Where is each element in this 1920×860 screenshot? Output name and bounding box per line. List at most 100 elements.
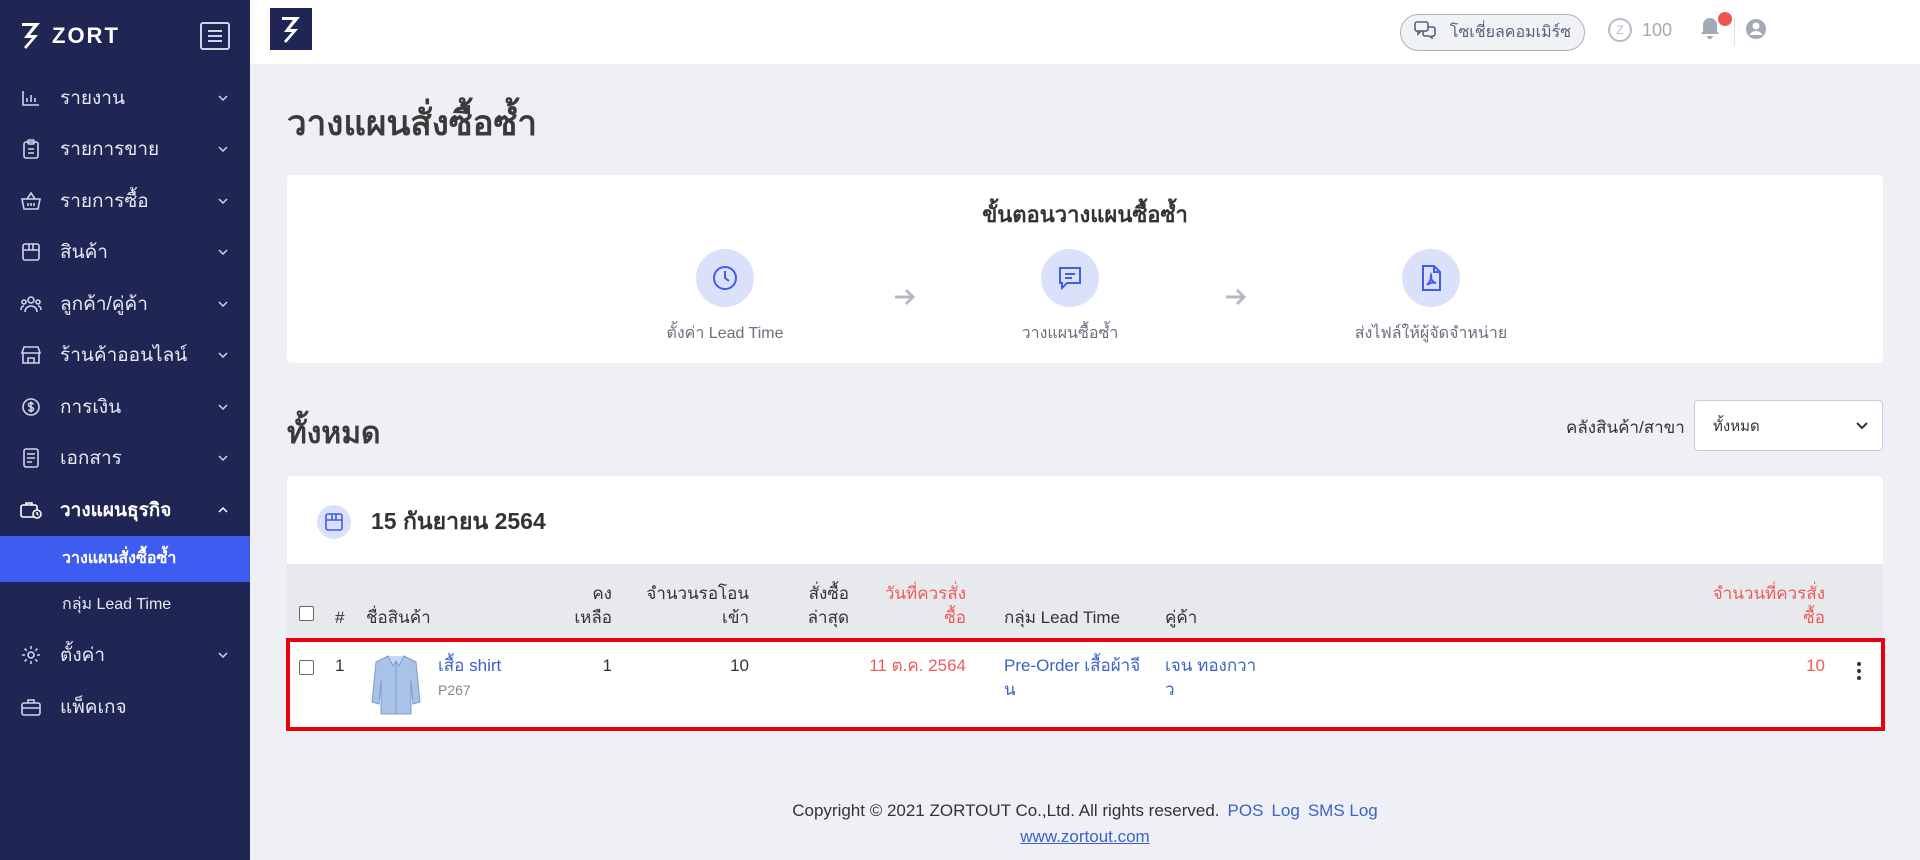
- sidebar-item-label: วางแผนธุรกิจ: [60, 499, 172, 521]
- footer-website: www.zortout.com: [250, 827, 1920, 847]
- footer: Copyright © 2021 ZORTOUT Co.,Ltd. All ri…: [250, 801, 1920, 821]
- chevron-down-icon: [216, 297, 230, 311]
- footer-link-sms-log[interactable]: SMS Log: [1308, 801, 1378, 820]
- header-lead-time-group: กลุ่ม Lead Time: [1004, 608, 1121, 627]
- sidebar-item-products[interactable]: สินค้า: [0, 227, 250, 279]
- planning-icon: [20, 499, 42, 521]
- header-order-qty-line2: ซื้อ: [1803, 608, 1825, 627]
- header-last-order: สั่งซื้อ ล่าสุด: [808, 582, 849, 630]
- sidebar-item-business-planning[interactable]: วางแผนธุรกิจ: [0, 484, 250, 536]
- header-order-date: วันที่ควรสั่ง ซื้อ: [885, 582, 966, 630]
- header-index: #: [335, 608, 345, 627]
- zort-logo-icon[interactable]: [270, 8, 312, 50]
- warehouse-filter-label: คลังสินค้า/สาขา: [1566, 418, 1685, 437]
- copyright-text: Copyright © 2021 ZORTOUT Co.,Ltd. All ri…: [792, 801, 1220, 820]
- briefcase-icon: [20, 696, 42, 718]
- header-last-order-line2: ล่าสุด: [807, 608, 849, 627]
- sidebar-item-label: รายงาน: [60, 87, 125, 109]
- chevron-down-icon: [216, 348, 230, 362]
- step-reorder-planning: วางแผนซื้อซ้ำ: [960, 249, 1180, 346]
- sidebar-item-finance[interactable]: การเงิน: [0, 381, 250, 433]
- zort-logo-icon[interactable]: [20, 21, 42, 51]
- website-link[interactable]: www.zortout.com: [1020, 827, 1149, 846]
- chevron-down-icon: [216, 194, 230, 208]
- sidebar-item-documents[interactable]: เอกสาร: [0, 433, 250, 485]
- group-date: 15 กันยายน 2564: [371, 508, 546, 534]
- chat-icon: [1414, 21, 1436, 44]
- header-product: ชื่อสินค้า: [366, 608, 431, 627]
- header-last-order-line1: สั่งซื้อ: [808, 584, 849, 603]
- sidebar-item-sales[interactable]: รายการขาย: [0, 124, 250, 176]
- divider: [1734, 18, 1735, 46]
- warehouse-select-value: ทั้งหมด: [1713, 417, 1760, 435]
- sidebar-item-label: สินค้า: [60, 242, 108, 264]
- document-icon: [20, 447, 42, 469]
- clock-icon: [696, 249, 754, 307]
- users-icon: [20, 293, 42, 315]
- chevron-up-icon: [216, 503, 230, 517]
- sidebar-item-report[interactable]: รายงาน: [0, 72, 250, 124]
- step-label: วางแผนซื้อซ้ำ: [1021, 325, 1119, 342]
- steps-title: ขั้นตอนวางแผนซื้อซ้ำ: [982, 202, 1188, 227]
- sidebar-item-label: รายการขาย: [60, 139, 160, 161]
- sidebar-item-label: ลูกค้า/คู่ค้า: [60, 293, 148, 315]
- store-icon: [20, 344, 42, 366]
- sidebar-item-label: ร้านค้าออนไลน์: [60, 345, 188, 367]
- clipboard-icon: [20, 138, 42, 160]
- brand-name: ZORT: [52, 23, 120, 48]
- header-remaining: คง เหลือ: [574, 582, 612, 630]
- chevron-down-icon: [216, 451, 230, 465]
- step-send-file: ส่งไฟล์ให้ผู้จัดจำหน่าย: [1321, 249, 1541, 346]
- pdf-file-icon: [1402, 249, 1460, 307]
- chevron-down-icon: [216, 91, 230, 105]
- coin-icon: Z: [1608, 18, 1632, 42]
- sidebar-item-contacts[interactable]: ลูกค้า/คู่ค้า: [0, 278, 250, 330]
- topbar: โซเชี่ยลคอมเมิร์ซ Z 100: [250, 0, 1920, 64]
- social-commerce-label: โซเชี่ยลคอมเมิร์ซ: [1449, 24, 1572, 41]
- credit-value: 100: [1642, 19, 1673, 40]
- date-group-header: 15 กันยายน 2564: [317, 504, 546, 540]
- header-pending-line1: จำนวนรอโอน: [646, 584, 749, 603]
- sidebar: ZORT รายงาน รายการขาย รายการซื้อ สินค้า …: [0, 0, 250, 860]
- social-commerce-button[interactable]: โซเชี่ยลคอมเมิร์ซ: [1400, 14, 1585, 51]
- sidebar-item-purchase[interactable]: รายการซื้อ: [0, 175, 250, 227]
- section-title: ทั้งหมด: [287, 417, 381, 450]
- sidebar-item-online-store[interactable]: ร้านค้าออนไลน์: [0, 330, 250, 382]
- header-remaining-line1: คง: [592, 584, 612, 603]
- gear-icon: [20, 644, 42, 666]
- sidebar-item-label: การเงิน: [60, 396, 122, 418]
- arrow-right-icon: [893, 287, 917, 307]
- dollar-icon: [20, 396, 42, 418]
- chevron-down-icon: [216, 400, 230, 414]
- credit-counter[interactable]: Z 100: [1608, 18, 1672, 42]
- chevron-down-icon: [1856, 417, 1868, 434]
- message-icon: [1041, 249, 1099, 307]
- table-header: # ชื่อสินค้า กลุ่ม Lead Time คู่ค้า คง เ…: [287, 564, 1883, 642]
- chevron-down-icon: [216, 648, 230, 662]
- footer-link-pos[interactable]: POS: [1228, 801, 1264, 820]
- warehouse-select[interactable]: ทั้งหมด: [1694, 400, 1883, 451]
- footer-link-log[interactable]: Log: [1271, 801, 1299, 820]
- header-pending-line2: เข้า: [722, 608, 749, 627]
- header-order-qty-line1: จำนวนที่ควรสั่ง: [1712, 584, 1825, 603]
- header-remaining-line2: เหลือ: [574, 608, 612, 627]
- page-title: วางแผนสั่งซื้อซ้ำ: [287, 104, 538, 143]
- sidebar-item-label: ตั้งค่า: [60, 645, 105, 667]
- arrow-right-icon: [1224, 287, 1248, 307]
- user-avatar-icon[interactable]: [1745, 18, 1767, 40]
- step-label: ตั้งค่า Lead Time: [666, 325, 784, 342]
- sidebar-subitem-reorder-planning[interactable]: วางแผนสั่งซื้อซ้ำ: [0, 535, 250, 582]
- basket-icon: [20, 190, 42, 212]
- sidebar-item-settings[interactable]: ตั้งค่า: [0, 630, 250, 682]
- chevron-down-icon: [216, 142, 230, 156]
- step-label: ส่งไฟล์ให้ผู้จัดจำหน่าย: [1354, 325, 1508, 342]
- menu-toggle-icon[interactable]: [200, 22, 230, 50]
- package-icon: [317, 505, 351, 539]
- sidebar-item-label: รายการซื้อ: [60, 190, 149, 212]
- sidebar-subitem-lead-time-group[interactable]: กลุ่ม Lead Time: [0, 582, 250, 628]
- header-supplier: คู่ค้า: [1165, 608, 1198, 627]
- row-highlight-box: [286, 638, 1885, 731]
- sidebar-item-label: แพ็คเกจ: [60, 696, 127, 718]
- select-all-checkbox[interactable]: [299, 606, 314, 621]
- sidebar-item-package[interactable]: แพ็คเกจ: [0, 681, 250, 733]
